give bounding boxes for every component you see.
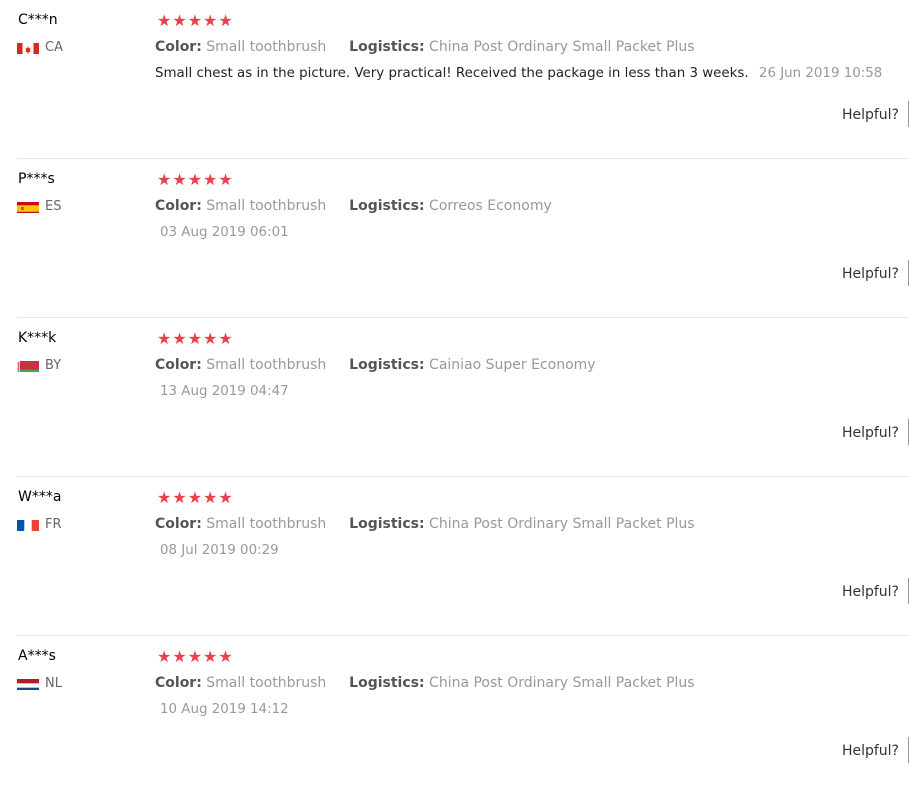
logistics-value: China Post Ordinary Small Packet Plus xyxy=(429,516,695,532)
reviewer-name: A***s xyxy=(18,648,56,664)
logistics-value: Cainiao Super Economy xyxy=(429,357,596,373)
logistics-label: Logistics: xyxy=(349,357,425,373)
star-icon: ★ xyxy=(203,170,218,189)
logistics-label: Logistics: xyxy=(349,39,425,55)
star-icon: ★ xyxy=(172,329,187,348)
review-item: K***k BY ★ ★ ★ ★ ★ Color: Small toothbrush L… xyxy=(17,318,909,477)
helpful-button[interactable]: Helpful? xyxy=(842,266,899,282)
country-code: BY xyxy=(45,358,62,373)
review-body: 10 Aug 2019 14:12 xyxy=(160,702,289,717)
review-meta: Color: Small toothbrush Logistics: China… xyxy=(155,516,695,532)
color-value: Small toothbrush xyxy=(206,516,327,532)
star-icon: ★ xyxy=(157,647,172,666)
reviewer-country: BY xyxy=(17,358,61,373)
star-icon: ★ xyxy=(218,170,233,189)
nl-flag-icon xyxy=(17,677,39,690)
helpful-button[interactable]: Helpful? xyxy=(842,743,899,759)
helpful-button[interactable]: Helpful? xyxy=(842,584,899,600)
star-icon: ★ xyxy=(172,11,187,30)
color-value: Small toothbrush xyxy=(206,39,327,55)
logistics-label: Logistics: xyxy=(349,198,425,214)
review-body: Small chest as in the picture. Very prac… xyxy=(155,66,882,81)
color-label: Color: xyxy=(155,39,202,55)
review-meta: Color: Small toothbrush Logistics: Corre… xyxy=(155,198,552,214)
reviewer-country: FR xyxy=(17,517,62,532)
review-item: C***n CA ★ ★ ★ ★ ★ Color: Small toothbrush L… xyxy=(17,0,909,159)
star-icon: ★ xyxy=(172,488,187,507)
color-label: Color: xyxy=(155,516,202,532)
es-flag-icon xyxy=(17,200,39,213)
reviewer-name: P***s xyxy=(18,171,55,187)
review-body: 13 Aug 2019 04:47 xyxy=(160,384,289,399)
star-icon: ★ xyxy=(203,488,218,507)
star-icon: ★ xyxy=(203,329,218,348)
review-date: 13 Aug 2019 04:47 xyxy=(160,384,289,399)
star-icon: ★ xyxy=(157,11,172,30)
country-code: ES xyxy=(45,199,62,214)
star-icon: ★ xyxy=(218,329,233,348)
color-value: Small toothbrush xyxy=(206,675,327,691)
star-icon: ★ xyxy=(203,11,218,30)
star-rating: ★ ★ ★ ★ ★ xyxy=(157,329,233,349)
fr-flag-icon xyxy=(17,518,39,531)
reviewer-country: CA xyxy=(17,40,63,55)
star-icon: ★ xyxy=(187,11,203,30)
country-code: NL xyxy=(45,676,62,691)
helpful-button[interactable]: Helpful? xyxy=(842,425,899,441)
color-label: Color: xyxy=(155,357,202,373)
logistics-label: Logistics: xyxy=(349,675,425,691)
color-label: Color: xyxy=(155,198,202,214)
review-text: Small chest as in the picture. Very prac… xyxy=(155,66,749,81)
star-icon: ★ xyxy=(187,488,203,507)
star-rating: ★ ★ ★ ★ ★ xyxy=(157,11,233,31)
reviewer-name: K***k xyxy=(18,330,57,346)
star-icon: ★ xyxy=(157,329,172,348)
star-rating: ★ ★ ★ ★ ★ xyxy=(157,647,233,667)
review-meta: Color: Small toothbrush Logistics: China… xyxy=(155,39,695,55)
star-rating: ★ ★ ★ ★ ★ xyxy=(157,170,233,190)
ca-flag-icon xyxy=(17,41,39,54)
country-code: CA xyxy=(45,40,63,55)
star-icon: ★ xyxy=(203,647,218,666)
review-date: 08 Jul 2019 00:29 xyxy=(160,543,279,558)
color-value: Small toothbrush xyxy=(206,357,327,373)
reviewer-name: C***n xyxy=(18,12,58,28)
star-icon: ★ xyxy=(218,488,233,507)
logistics-label: Logistics: xyxy=(349,516,425,532)
logistics-value: China Post Ordinary Small Packet Plus xyxy=(429,675,695,691)
star-icon: ★ xyxy=(187,647,203,666)
reviewer-country: NL xyxy=(17,676,62,691)
review-item: P***s ES ★ ★ ★ ★ ★ Color: Small toothbrush L… xyxy=(17,159,909,318)
review-item: A***s NL ★ ★ ★ ★ ★ Color: Small toothbrush L… xyxy=(17,636,909,795)
reviewer-country: ES xyxy=(17,199,61,214)
logistics-value: Correos Economy xyxy=(429,198,552,214)
star-icon: ★ xyxy=(157,170,172,189)
star-icon: ★ xyxy=(172,170,187,189)
star-icon: ★ xyxy=(187,170,203,189)
color-value: Small toothbrush xyxy=(206,198,327,214)
review-date: 03 Aug 2019 06:01 xyxy=(160,225,289,240)
logistics-value: China Post Ordinary Small Packet Plus xyxy=(429,39,695,55)
review-meta: Color: Small toothbrush Logistics: Caini… xyxy=(155,357,596,373)
star-icon: ★ xyxy=(218,11,233,30)
star-icon: ★ xyxy=(157,488,172,507)
country-code: FR xyxy=(45,517,62,532)
review-date: 10 Aug 2019 14:12 xyxy=(160,702,289,717)
by-flag-icon xyxy=(17,359,39,372)
reviewer-name: W***a xyxy=(18,489,62,505)
helpful-button[interactable]: Helpful? xyxy=(842,107,899,123)
review-item: W***a FR ★ ★ ★ ★ ★ Color: Small toothbrush L… xyxy=(17,477,909,636)
star-icon: ★ xyxy=(218,647,233,666)
color-label: Color: xyxy=(155,675,202,691)
review-body: 03 Aug 2019 06:01 xyxy=(160,225,289,240)
star-rating: ★ ★ ★ ★ ★ xyxy=(157,488,233,508)
star-icon: ★ xyxy=(172,647,187,666)
review-body: 08 Jul 2019 00:29 xyxy=(160,543,279,558)
review-meta: Color: Small toothbrush Logistics: China… xyxy=(155,675,695,691)
review-date: 26 Jun 2019 10:58 xyxy=(758,66,883,81)
star-icon: ★ xyxy=(187,329,203,348)
